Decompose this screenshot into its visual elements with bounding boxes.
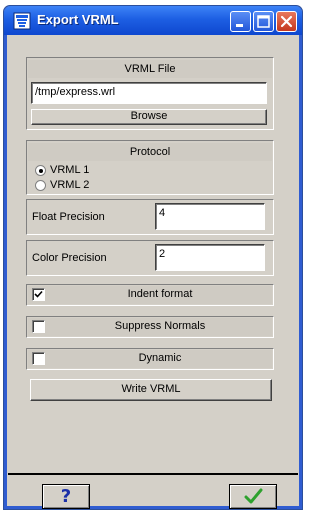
protocol-group: Protocol VRML 1 VRML 2 bbox=[26, 140, 274, 195]
close-icon bbox=[280, 15, 293, 28]
protocol-option-vrml1[interactable]: VRML 1 bbox=[35, 163, 89, 177]
float-precision-group: Float Precision 4 bbox=[26, 199, 274, 235]
export-vrml-window: Export VRML VRML File /tmp/express.wrl B… bbox=[3, 5, 303, 510]
suppress-normals-label: Suppress Normals bbox=[114, 320, 206, 332]
vrml-file-path-input[interactable]: /tmp/express.wrl bbox=[31, 82, 267, 104]
minimize-button[interactable] bbox=[230, 11, 251, 32]
checkmark-icon bbox=[34, 290, 43, 298]
dialog-body: VRML File /tmp/express.wrl Browse Protoc… bbox=[8, 35, 298, 509]
minimize-icon bbox=[236, 24, 243, 27]
title-bar[interactable]: Export VRML bbox=[4, 6, 302, 35]
protocol-label: Protocol bbox=[28, 143, 272, 161]
radio-vrml2[interactable] bbox=[35, 179, 46, 191]
maximize-button[interactable] bbox=[253, 11, 274, 32]
browse-button[interactable]: Browse bbox=[31, 109, 267, 125]
write-vrml-button[interactable]: Write VRML bbox=[30, 379, 272, 401]
vrml-app-icon bbox=[13, 12, 31, 30]
vrml-file-group: VRML File /tmp/express.wrl Browse bbox=[26, 57, 274, 130]
window-title: Export VRML bbox=[37, 12, 119, 27]
dynamic-checkbox[interactable] bbox=[32, 352, 45, 365]
radio-vrml1[interactable] bbox=[35, 164, 46, 176]
protocol-option-vrml2[interactable]: VRML 2 bbox=[35, 178, 89, 192]
color-precision-group: Color Precision 2 bbox=[26, 240, 274, 276]
suppress-normals-toggle[interactable]: Suppress Normals bbox=[26, 316, 274, 338]
color-precision-label: Color Precision bbox=[32, 252, 107, 264]
close-button[interactable] bbox=[276, 11, 297, 32]
vrml-file-label: VRML File bbox=[28, 60, 272, 78]
green-checkmark-icon bbox=[244, 488, 263, 504]
indent-format-checkbox[interactable] bbox=[32, 288, 45, 301]
dynamic-toggle[interactable]: Dynamic bbox=[26, 348, 274, 370]
help-button[interactable]: ? bbox=[42, 484, 90, 509]
indent-format-label: Indent format bbox=[127, 288, 193, 300]
indent-format-toggle[interactable]: Indent format bbox=[26, 284, 274, 306]
help-icon: ? bbox=[60, 486, 72, 507]
float-precision-label: Float Precision bbox=[32, 211, 105, 223]
float-precision-input[interactable]: 4 bbox=[155, 203, 265, 230]
color-precision-input[interactable]: 2 bbox=[155, 244, 265, 271]
ok-button[interactable] bbox=[229, 484, 277, 509]
radio-vrml1-label: VRML 1 bbox=[50, 164, 90, 176]
radio-vrml2-label: VRML 2 bbox=[50, 179, 90, 191]
maximize-icon bbox=[257, 15, 270, 28]
suppress-normals-checkbox[interactable] bbox=[32, 320, 45, 333]
footer-separator bbox=[8, 473, 298, 475]
dynamic-label: Dynamic bbox=[138, 352, 182, 364]
